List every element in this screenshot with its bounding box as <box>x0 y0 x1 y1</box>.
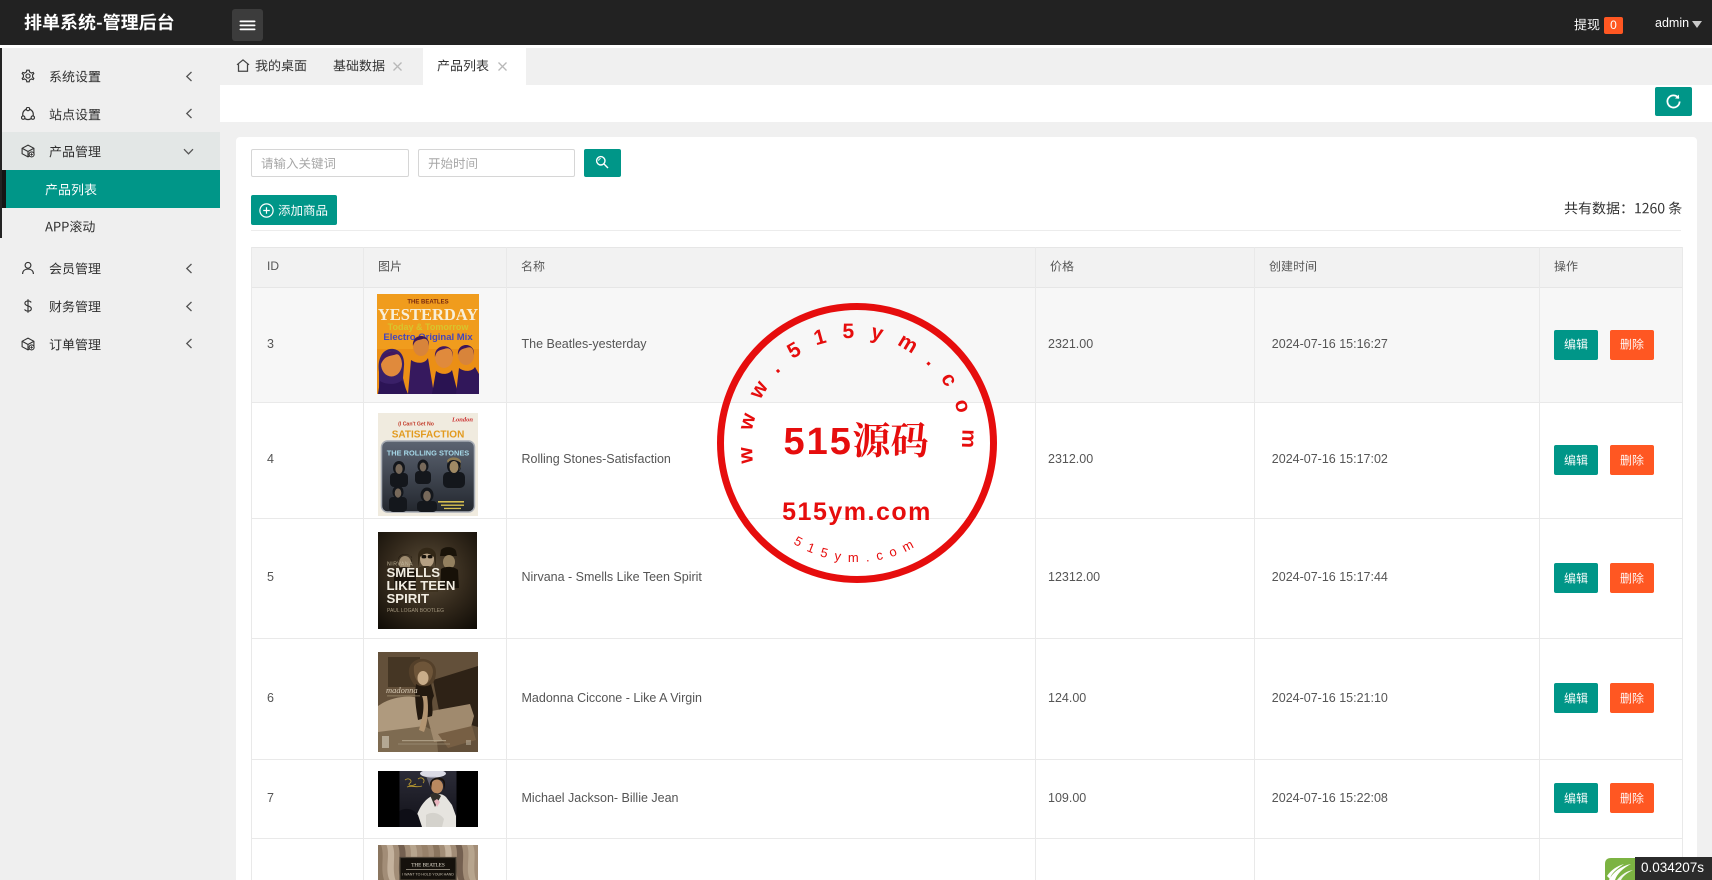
svg-text:London: London <box>451 417 473 424</box>
svg-text:SPIRIT: SPIRIT <box>387 591 430 606</box>
svg-text:PAUL LOGAN BOOTLEG: PAUL LOGAN BOOTLEG <box>387 608 444 614</box>
svg-text:SATISFACTION: SATISFACTION <box>392 430 465 441</box>
svg-text:I WANT TO HOLD YOUR HAND: I WANT TO HOLD YOUR HAND <box>402 873 454 877</box>
svg-text:madonna: madonna <box>386 685 418 695</box>
svg-text:515ym.com: 515ym.com <box>792 533 923 565</box>
svg-text:Today & Tomorrow: Today & Tomorrow <box>388 322 470 332</box>
svg-text:THE ROLLING STONES: THE ROLLING STONES <box>387 449 469 458</box>
svg-text:THE BEATLES: THE BEATLES <box>411 863 445 869</box>
svg-text:515ym.com: 515ym.com <box>782 498 932 526</box>
svg-text:515: 515 <box>784 421 853 463</box>
svg-text:(I Can't Get No: (I Can't Get No <box>398 422 434 428</box>
